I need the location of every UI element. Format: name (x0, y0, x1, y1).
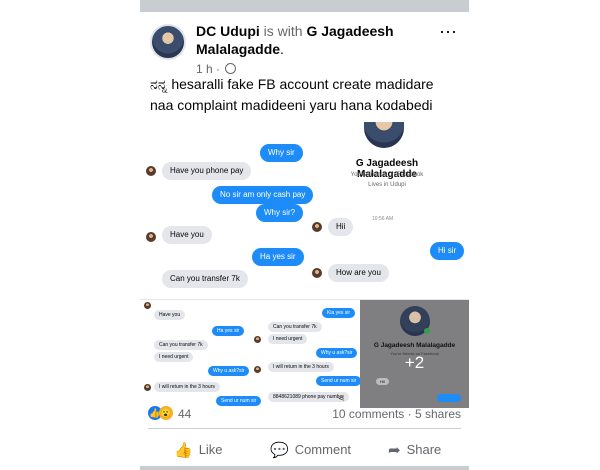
wow-reaction-icon: 😮 (159, 406, 173, 420)
overlay-message: Hii (376, 378, 389, 385)
message-bubble: Why u ask?sir (208, 366, 250, 376)
sender-avatar (144, 302, 151, 309)
share-icon: ➦ (388, 442, 401, 459)
message-bubble: Hi sir (430, 242, 465, 260)
message-bubble: Ha yes sir (212, 326, 245, 336)
message-bubble: Why sir (260, 144, 303, 162)
message-bubble: Kia yes sir (322, 308, 356, 318)
like-button[interactable]: 👍 Like (174, 440, 223, 460)
sender-avatar (254, 336, 261, 343)
comments-shares: 10 comments · 5 shares (332, 407, 461, 421)
author-avatar[interactable] (150, 24, 186, 60)
share-small-icon: ⋖ (338, 394, 345, 403)
profile-lives-text: Lives in Udupi (368, 182, 406, 188)
sender-avatar (146, 166, 156, 176)
sender-avatar (254, 366, 261, 373)
comment-label: Comment (294, 442, 352, 457)
more-photos-overlay[interactable]: G Jagadeesh Malalagadde You're friends o… (360, 300, 469, 408)
online-dot-icon (424, 328, 430, 334)
message-timestamp: 10:56 AM (372, 216, 394, 222)
message-bubble: Can you transfer 7k (154, 340, 208, 350)
bottom-bar (140, 466, 469, 470)
stats-separator: · (407, 407, 412, 421)
message-bubble: How are you (328, 264, 389, 282)
post-caption: ನನ್ನ hesaralli fake FB account create ma… (150, 76, 434, 113)
with-word: is with (263, 23, 303, 39)
post-card: DC Udupi is with G Jagadeesh Malalagadde… (140, 12, 469, 466)
message-bubble: I need urgent (268, 334, 308, 344)
message-bubble: Have you (154, 310, 186, 320)
actions-divider (148, 428, 461, 429)
author-name[interactable]: DC Udupi (196, 23, 260, 39)
message-bubble: Can you transfer 7k (162, 270, 248, 288)
message-bubble: Can you transfer 7k (268, 322, 322, 332)
message-bubble: Hii (328, 218, 354, 236)
top-bar (140, 0, 469, 12)
like-label: Like (198, 442, 223, 457)
more-photos-count: +2 (404, 353, 425, 372)
profile-friends-text: You're friends on Facebook (350, 172, 424, 178)
message-bubble: Send ur num sir (216, 396, 262, 406)
share-button[interactable]: ➦ Share (388, 440, 441, 460)
message-bubble: I will return in the 3 hours (268, 362, 334, 372)
message-bubble: Ha yes sir (252, 248, 304, 266)
message-bubble: Have you (162, 226, 212, 244)
message-bubble: I will return in the 3 hours (154, 382, 220, 392)
comment-icon: 💬 (270, 442, 289, 459)
post-header: DC Udupi is with G Jagadeesh Malalagadde… (150, 22, 460, 76)
shares-count[interactable]: 5 shares (415, 407, 461, 421)
comment-button[interactable]: 💬 Comment (270, 440, 351, 460)
sender-avatar (146, 232, 156, 242)
overlay-name: G Jagadeesh Malalagadde (373, 342, 456, 349)
header-period: . (280, 41, 284, 57)
post-image[interactable]: G Jagadeesh Malalagadde You're friends o… (140, 122, 469, 410)
sender-avatar (312, 268, 322, 278)
more-options-icon[interactable]: ⋯ (439, 22, 458, 43)
sender-avatar (312, 222, 322, 232)
message-bubble: Send ur num sir (316, 376, 362, 386)
profile-avatar (364, 122, 404, 148)
reactions-bar: 👍 😮 44 10 comments · 5 shares (148, 406, 461, 424)
message-bubble: No sir am only cash pay (212, 186, 314, 204)
like-icon: 👍 (174, 442, 193, 459)
share-label: Share (406, 442, 442, 457)
reaction-count[interactable]: 44 (178, 407, 191, 421)
globe-icon (225, 63, 237, 74)
message-bubble: 8848621089 phone pay number (268, 392, 349, 402)
comments-count[interactable]: 10 comments (332, 407, 404, 421)
sender-avatar (144, 384, 151, 391)
message-bubble: I need urgent (154, 352, 194, 362)
post-header-text: DC Udupi is with G Jagadeesh Malalagadde… (196, 22, 436, 58)
post-actions: 👍 Like 💬 Comment ➦ Share (140, 440, 469, 462)
overlay-send-button (437, 394, 461, 402)
message-bubble: Have you phone pay (162, 162, 252, 180)
message-bubble: Why sir? (256, 204, 304, 222)
message-bubble: Why u ask?sir (316, 348, 358, 358)
